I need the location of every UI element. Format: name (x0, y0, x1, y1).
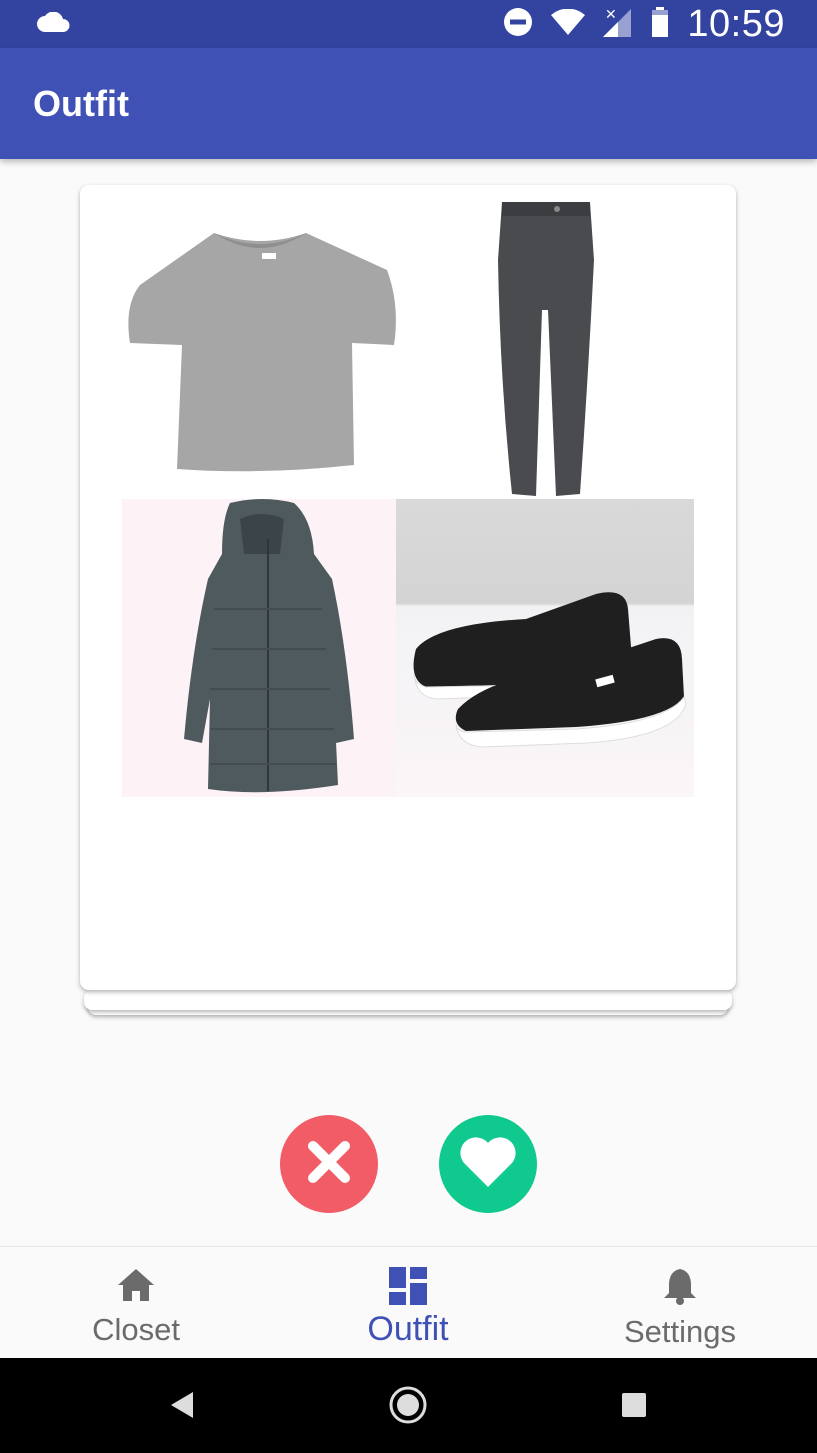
coat-image (122, 499, 397, 797)
page-title: Outfit (33, 82, 129, 124)
bottom-navigation: Closet Outfit Settings (0, 1246, 817, 1358)
dislike-button[interactable] (280, 1115, 378, 1213)
action-buttons (0, 1115, 817, 1215)
card-stack-layer (84, 990, 732, 1010)
outfit-card[interactable] (80, 185, 736, 990)
signal-icon: ✕ (603, 7, 633, 42)
bell-icon (662, 1267, 698, 1310)
nav-item-outfit[interactable]: Outfit (308, 1247, 508, 1359)
recents-button[interactable] (612, 1385, 656, 1429)
tshirt-image (122, 225, 398, 475)
shoes-image (396, 499, 694, 797)
system-navigation-bar (0, 1358, 817, 1453)
nav-label-closet: Closet (92, 1312, 180, 1347)
home-circle-icon (388, 1385, 428, 1430)
home-button[interactable] (386, 1385, 430, 1429)
dashboard-icon (389, 1267, 427, 1310)
like-button[interactable] (439, 1115, 537, 1213)
back-button[interactable] (160, 1385, 204, 1429)
nav-item-settings[interactable]: Settings (580, 1247, 780, 1359)
cloud-icon (36, 11, 70, 37)
nav-item-closet[interactable]: Closet (36, 1247, 236, 1359)
recents-square-icon (621, 1392, 647, 1423)
wifi-icon (551, 8, 586, 40)
nav-label-settings: Settings (623, 1314, 736, 1349)
pants-image (490, 200, 600, 500)
home-icon (116, 1267, 156, 1308)
do-not-disturb-icon (503, 7, 533, 42)
status-bar: ✕ 10:59 (0, 0, 817, 48)
heart-icon (458, 1135, 518, 1194)
svg-text:✕: ✕ (605, 7, 617, 23)
close-icon (307, 1140, 351, 1189)
nav-label-outfit: Outfit (367, 1310, 449, 1348)
outfit-card-stack[interactable] (80, 185, 736, 1015)
back-triangle-icon (169, 1390, 195, 1425)
battery-icon (651, 6, 669, 42)
status-time: 10:59 (687, 2, 785, 45)
app-bar: Outfit (0, 48, 817, 159)
